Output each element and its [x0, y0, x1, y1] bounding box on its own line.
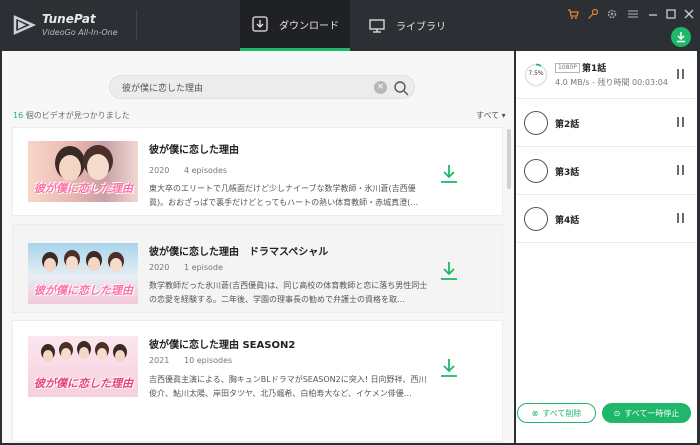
video-description: 数学教師だった氷川蒼(吉西優眞)は、同じ高校の体育教師と恋に落ち男性同士の恋愛を… [149, 281, 428, 304]
pause-icon[interactable] [676, 165, 686, 175]
queue-item-title: 第1話 [582, 64, 607, 74]
filter-dropdown[interactable]: すべて ▾ [476, 110, 506, 121]
pause-icon[interactable] [676, 213, 686, 223]
title-bar: TunePat VideoGo All-In-One ダウンロード ライブラリ [0, 0, 700, 51]
search-box[interactable]: 彼が僕に恋した理由 × [109, 75, 415, 99]
tab-download[interactable]: ダウンロード [240, 0, 350, 51]
status-circle [524, 159, 548, 183]
video-year: 2021 [149, 356, 170, 365]
video-card[interactable]: 彼が僕に恋した理由 彼が僕に恋した理由 2020 4 episodes 東大卒の… [12, 127, 503, 216]
video-thumbnail: 彼が僕に恋した理由 [28, 243, 138, 304]
close-icon[interactable] [683, 8, 695, 20]
caret-down-icon: ▾ [501, 111, 506, 120]
gear-icon[interactable] [606, 8, 618, 20]
video-episodes: 1 episode [184, 263, 223, 272]
queue-item: 7.5% 1080P 第1話 4.0 MB/s - 残り時間 00:03:04 [516, 51, 697, 99]
monitor-icon [369, 18, 385, 33]
results-count: 16 [13, 111, 24, 120]
pause-icon[interactable] [676, 117, 686, 127]
search-input[interactable]: 彼が僕に恋した理由 [122, 81, 203, 94]
status-circle [524, 207, 548, 231]
app-name: TunePat [42, 12, 96, 26]
video-description: 東大卒のエリートで几帳面だけど少しナイーブな数学教師・氷川蒼(吉西優眞)。おおざ… [149, 184, 419, 207]
download-tab-icon [252, 16, 268, 32]
download-queue-button[interactable] [671, 27, 691, 47]
delete-all-label: すべて削除 [542, 408, 582, 418]
video-year: 2020 [149, 166, 170, 175]
download-icon[interactable] [437, 259, 461, 283]
video-title: 彼が僕に恋した理由 ドラマスペシャル [149, 247, 329, 258]
pause-all-button[interactable]: ⊙ すべて一時停止 [602, 403, 691, 423]
app-subtitle: VideoGo All-In-One [42, 28, 118, 37]
video-list: 彼が僕に恋した理由 彼が僕に恋した理由 2020 4 episodes 東大卒の… [12, 127, 506, 443]
video-title: 彼が僕に恋した理由 [149, 145, 239, 156]
video-description: 吉西優眞主演による、胸キュンBLドラマがSEASON2に突入! 日向野祥、西川俊… [149, 375, 427, 398]
tunepat-logo [13, 15, 36, 35]
tab-download-label: ダウンロード [279, 20, 339, 32]
queue-item-title: 第2話 [555, 120, 580, 130]
download-speed: 4.0 MB/s - 残り時間 00:03:04 [555, 78, 668, 87]
clear-search-button[interactable]: × [374, 81, 387, 94]
cart-icon[interactable] [567, 8, 579, 20]
video-episodes: 4 episodes [184, 166, 228, 175]
search-icon[interactable] [392, 79, 410, 97]
queue-item-title: 第4話 [555, 216, 580, 226]
video-year: 2020 [149, 263, 170, 272]
delete-all-button[interactable]: ⊗ すべて削除 [517, 403, 596, 423]
queue-item: 第3話 [516, 147, 697, 195]
video-title: 彼が僕に恋した理由 SEASON2 [149, 340, 296, 351]
queue-item-title: 第3話 [555, 168, 580, 178]
progress-percent: 7.5% [528, 70, 544, 77]
download-icon[interactable] [437, 162, 461, 186]
queue-item: 第4話 [516, 195, 697, 243]
pause-all-label: すべて一時停止 [624, 408, 680, 418]
menu-icon[interactable] [627, 8, 639, 20]
download-arrow-icon [677, 32, 685, 43]
video-thumbnail: 彼が僕に恋した理由 [28, 336, 138, 397]
key-icon[interactable] [587, 8, 599, 20]
thumbnail-title: 彼が僕に恋した理由 [34, 182, 133, 195]
results-label: 個のビデオが見つかりました [25, 111, 130, 120]
video-thumbnail: 彼が僕に恋した理由 [28, 141, 138, 202]
download-queue-panel: 7.5% 1080P 第1話 4.0 MB/s - 残り時間 00:03:04 … [516, 51, 697, 443]
queue-item: 第2話 [516, 99, 697, 147]
download-icon[interactable] [437, 356, 461, 380]
minimize-icon[interactable] [647, 8, 659, 20]
scrollbar[interactable] [507, 129, 511, 189]
thumbnail-title: 彼が僕に恋した理由 [34, 284, 133, 297]
video-card[interactable]: 彼が僕に恋した理由 彼が僕に恋した理由 ドラマスペシャル 2020 1 epis… [12, 224, 503, 313]
pause-circle-icon: ⊙ [613, 408, 621, 418]
maximize-icon[interactable] [665, 8, 677, 20]
close-circle-icon: ⊗ [531, 408, 539, 418]
quality-badge: 1080P [555, 63, 580, 73]
filter-value: すべて [476, 111, 500, 120]
divider [136, 10, 137, 40]
pause-icon[interactable] [676, 69, 686, 79]
tab-library-label: ライブラリ [396, 22, 446, 33]
video-episodes: 10 episodes [184, 356, 233, 365]
results-summary: 16 個のビデオが見つかりました [13, 110, 130, 121]
status-circle [524, 111, 548, 135]
thumbnail-title: 彼が僕に恋した理由 [34, 377, 133, 390]
main-panel: 彼が僕に恋した理由 × 16 個のビデオが見つかりました すべて ▾ 彼が僕に恋… [2, 51, 514, 443]
video-card[interactable]: 彼が僕に恋した理由 彼が僕に恋した理由 SEASON2 2021 10 epis… [12, 320, 503, 442]
tab-library[interactable]: ライブラリ [352, 0, 462, 51]
